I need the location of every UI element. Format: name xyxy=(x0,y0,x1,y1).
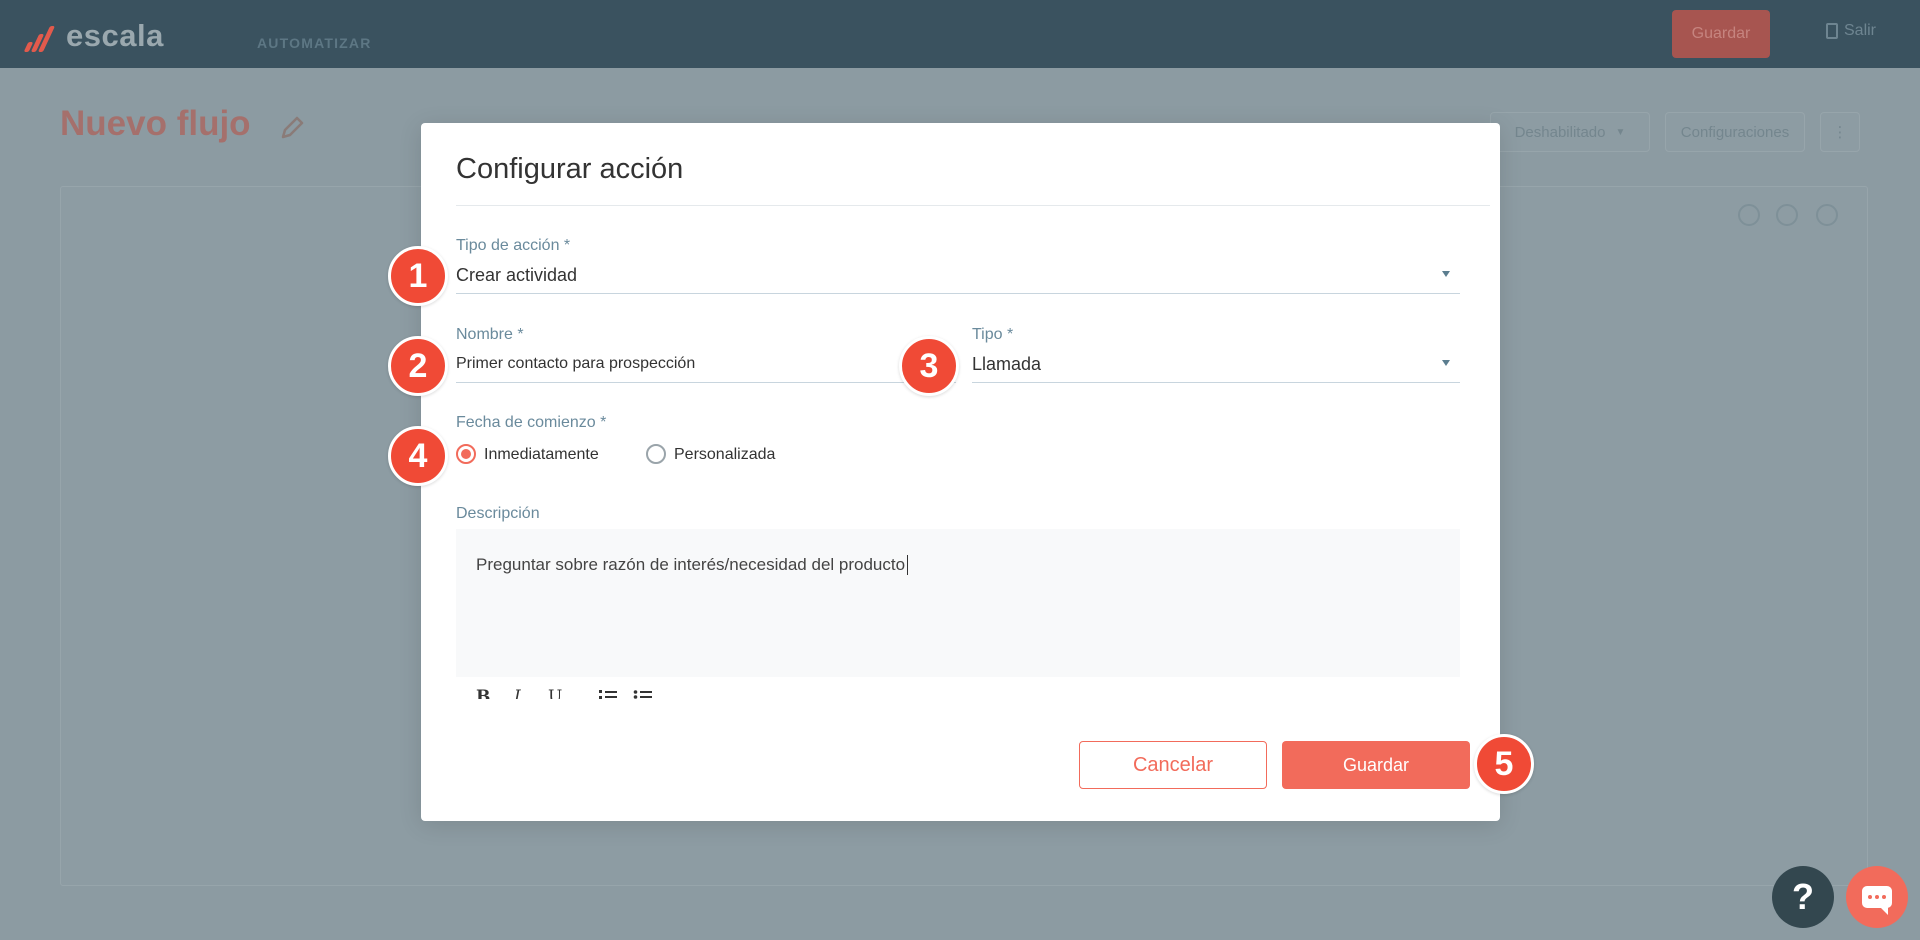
save-button[interactable]: Guardar xyxy=(1282,741,1470,789)
radio-button-unchecked[interactable] xyxy=(646,444,666,464)
config-button[interactable]: Configuraciones xyxy=(1665,112,1805,152)
chat-button[interactable] xyxy=(1846,866,1908,928)
logo-mark-icon xyxy=(22,20,60,52)
zoom-in-icon[interactable] xyxy=(1738,204,1760,226)
radio-label-personalizada: Personalizada xyxy=(674,446,776,463)
description-editor[interactable]: Preguntar sobre razón de interés/necesid… xyxy=(456,529,1460,699)
type-underline xyxy=(972,382,1460,383)
zoom-out-icon[interactable] xyxy=(1776,204,1798,226)
description-text[interactable]: Preguntar sobre razón de interés/necesid… xyxy=(476,555,909,575)
status-label: Deshabilitado xyxy=(1514,123,1606,141)
editor-toolbar: B I U xyxy=(456,677,1460,699)
configure-action-modal: Configurar acción Tipo de acción * Crear… xyxy=(421,123,1500,821)
type-select[interactable]: Llamada xyxy=(972,348,1460,380)
chat-icon xyxy=(1862,886,1892,915)
type-label: Tipo * xyxy=(972,326,1014,343)
type-value: Llamada xyxy=(972,354,1042,374)
chevron-down-icon: ▼ xyxy=(1615,126,1626,138)
bullet-list-icon[interactable] xyxy=(633,689,653,699)
action-type-label: Tipo de acción * xyxy=(456,237,571,254)
name-underline xyxy=(456,382,956,383)
bold-button[interactable]: B xyxy=(476,687,490,699)
radio-button-checked[interactable] xyxy=(456,444,476,464)
step-badge-4: 4 xyxy=(388,426,448,486)
exit-icon xyxy=(1826,23,1838,39)
radio-label-inmediatamente: Inmediatamente xyxy=(484,446,599,463)
name-label: Nombre * xyxy=(456,326,524,343)
chevron-down-icon xyxy=(1442,271,1450,277)
underline-button[interactable]: U xyxy=(548,687,562,699)
user-icon[interactable] xyxy=(1816,204,1838,226)
start-date-label: Fecha de comienzo * xyxy=(456,414,607,431)
radio-personalizada[interactable]: Personalizada xyxy=(646,442,806,468)
divider xyxy=(456,205,1490,206)
step-badge-3: 3 xyxy=(899,336,959,396)
page-title: Nuevo flujo xyxy=(60,104,251,143)
chevron-down-icon xyxy=(1442,360,1450,366)
pencil-icon[interactable] xyxy=(278,114,306,142)
action-type-select[interactable]: Crear actividad xyxy=(456,259,1460,291)
help-button[interactable]: ? xyxy=(1772,866,1834,928)
modal-title: Configurar acción xyxy=(456,153,684,185)
nav-item-automatizar[interactable]: AUTOMATIZAR xyxy=(257,35,372,51)
name-input[interactable]: Primer contacto para prospección xyxy=(456,348,956,380)
status-dropdown[interactable]: Deshabilitado ▼ xyxy=(1490,112,1650,152)
step-badge-5: 5 xyxy=(1474,734,1534,794)
action-type-value: Crear actividad xyxy=(456,265,578,285)
italic-button[interactable]: I xyxy=(514,687,521,699)
logo: escala xyxy=(22,18,164,54)
top-bar: escala AUTOMATIZAR Guardar Salir xyxy=(0,0,1920,68)
name-value: Primer contacto para prospección xyxy=(456,355,696,372)
step-badge-2: 2 xyxy=(388,336,448,396)
action-type-underline xyxy=(456,293,1460,294)
more-options-button[interactable]: ⋮ xyxy=(1820,112,1860,152)
exit-button[interactable]: Salir xyxy=(1826,22,1876,40)
cancel-button[interactable]: Cancelar xyxy=(1079,741,1267,789)
description-label: Descripción xyxy=(456,505,540,522)
top-save-button[interactable]: Guardar xyxy=(1672,10,1770,58)
step-badge-1: 1 xyxy=(388,246,448,306)
radio-inmediatamente[interactable]: Inmediatamente xyxy=(456,442,616,468)
ordered-list-icon[interactable] xyxy=(598,689,618,699)
exit-label: Salir xyxy=(1844,22,1877,39)
logo-text: escala xyxy=(66,18,164,53)
